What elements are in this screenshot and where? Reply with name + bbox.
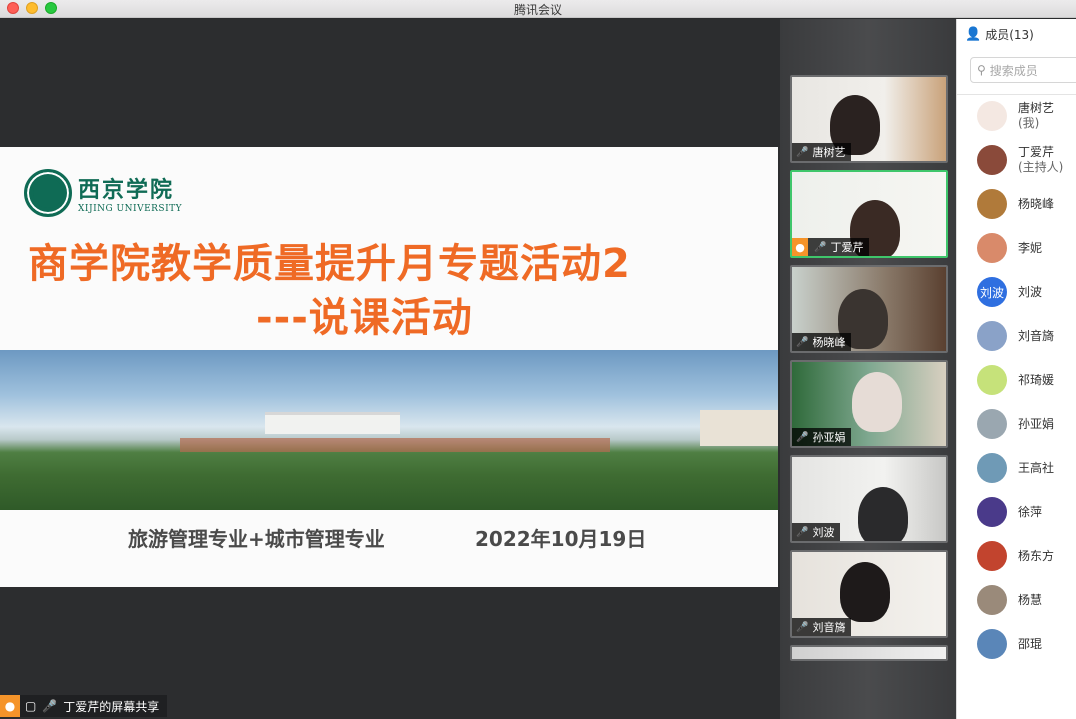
microphone-icon: 🎤: [814, 241, 827, 253]
video-tile[interactable]: 🎤 刘波: [790, 455, 948, 543]
search-placeholder: 搜索成员: [989, 63, 1038, 78]
screen-share-indicator[interactable]: ● ▢ 🎤 丁爱芹的屏幕共享: [0, 695, 168, 717]
member-list-item[interactable]: 徐萍: [977, 497, 1042, 527]
microphone-muted-icon: 🎤: [796, 621, 809, 633]
slide-title-line2: ---说课活动: [256, 295, 473, 341]
microphone-icon: 🎤: [796, 336, 809, 348]
participant-name: 刘音旖: [812, 621, 846, 634]
microphone-muted-icon: 🎤: [796, 431, 809, 443]
member-name: 杨东方: [1018, 548, 1055, 563]
member-list-item[interactable]: 王高社: [977, 453, 1054, 483]
video-tile[interactable]: 🎤 杨晓峰: [790, 265, 948, 353]
member-role: (我): [1018, 116, 1040, 130]
video-tile[interactable]: 🎤 孙亚娟: [790, 360, 948, 448]
divider: [957, 94, 1076, 95]
avatar: [977, 101, 1007, 131]
member-search-input[interactable]: ⚲ 搜索成员: [970, 57, 1076, 83]
member-list-item[interactable]: 杨晓峰: [977, 189, 1054, 219]
video-tile-partial[interactable]: [790, 645, 948, 661]
sharer-label: 丁爱芹的屏幕共享: [63, 699, 160, 714]
search-icon: ⚲: [977, 63, 986, 77]
member-list-item[interactable]: 唐树艺 (我): [977, 101, 1054, 131]
slide-title-line1: 商学院教学质量提升月专题活动2: [28, 241, 631, 287]
avatar: [977, 409, 1007, 439]
meeting-window: 腾讯会议 西京学院 XIJING UNIVERSITY 商学院教学质量提升月专题…: [0, 0, 1076, 719]
avatar: [977, 453, 1007, 483]
member-name: 刘音旖: [1018, 328, 1055, 343]
participant-name: 丁爱芹: [830, 241, 864, 254]
university-seal-icon: [24, 169, 72, 217]
member-list-item[interactable]: 刘波 刘波: [977, 277, 1042, 307]
logo-chinese: 西京学院: [78, 177, 175, 203]
member-role: (主持人): [1018, 160, 1064, 174]
members-panel: 👤 成员(13) ⚲ 搜索成员 唐树艺 (我) 丁爱芹 (主持人) 杨晓峰 李妮 刘波 刘波刘…: [956, 19, 1076, 719]
avatar: [977, 585, 1007, 615]
video-tile[interactable]: 🎤 刘音旖: [790, 550, 948, 638]
member-list-item[interactable]: 杨东方: [977, 541, 1054, 571]
video-label: 🎤 孙亚娟: [792, 428, 852, 446]
host-icon: ●: [0, 695, 20, 717]
member-name: 徐萍: [1018, 504, 1043, 519]
avatar: 刘波: [977, 277, 1007, 307]
campus-building: [265, 412, 400, 434]
video-label: ● 🎤 丁爱芹: [792, 238, 870, 256]
member-list-item[interactable]: 祁琦媛: [977, 365, 1054, 395]
video-label: 🎤 杨晓峰: [792, 333, 852, 351]
member-name: 祁琦媛: [1018, 372, 1055, 387]
campus-building: [700, 410, 778, 446]
sports-field: [180, 438, 610, 452]
avatar: [977, 497, 1007, 527]
member-name: 杨慧: [1018, 592, 1043, 607]
participant-name: 刘波: [812, 526, 835, 539]
member-list-item[interactable]: 孙亚娟: [977, 409, 1054, 439]
avatar: [977, 233, 1007, 263]
avatar: [977, 541, 1007, 571]
avatar: [977, 321, 1007, 351]
microphone-muted-icon: 🎤: [796, 526, 809, 538]
member-name: 李妮: [1018, 240, 1043, 255]
screen-share-icon: ▢: [25, 699, 37, 713]
window-title: 腾讯会议: [513, 3, 562, 17]
screen-share-area: 西京学院 XIJING UNIVERSITY 商学院教学质量提升月专题活动2 -…: [0, 19, 780, 719]
title-bar: 腾讯会议: [0, 0, 1076, 18]
video-label: 🎤 刘波: [792, 523, 841, 541]
member-list-item[interactable]: 邵琨: [977, 629, 1042, 659]
participant-name: 杨晓峰: [812, 336, 846, 349]
microphone-icon: 🎤: [796, 146, 809, 158]
member-name: 刘波: [1018, 284, 1043, 299]
avatar: [977, 365, 1007, 395]
member-name: 杨晓峰: [1018, 196, 1055, 211]
members-count: 成员(13): [985, 28, 1034, 42]
video-label: 🎤 刘音旖: [792, 618, 852, 636]
participant-name: 唐树艺: [812, 146, 846, 159]
member-name: 王高社: [1018, 460, 1055, 475]
video-strip[interactable]: 🎤 唐树艺 ● 🎤 丁爱芹 🎤 杨晓峰 🎤 孙亚娟 🎤 刘波 🎤 刘音旖: [780, 19, 956, 719]
avatar: [977, 189, 1007, 219]
logo-english: XIJING UNIVERSITY: [78, 204, 183, 214]
host-icon: ●: [792, 238, 808, 256]
members-header: 👤 成员(13): [965, 26, 1034, 43]
microphone-icon: 🎤: [42, 699, 58, 713]
campus-banner-image: [0, 350, 778, 510]
video-label: 🎤 唐树艺: [792, 143, 852, 161]
person-icon: 👤: [965, 27, 982, 42]
member-name: 孙亚娟: [1018, 416, 1055, 431]
member-name: 丁爱芹: [1018, 145, 1055, 159]
video-tile[interactable]: 🎤 唐树艺: [790, 75, 948, 163]
shared-slide: 西京学院 XIJING UNIVERSITY 商学院教学质量提升月专题活动2 -…: [0, 147, 778, 587]
university-logo: 西京学院 XIJING UNIVERSITY: [24, 169, 182, 217]
avatar: [977, 145, 1007, 175]
member-name: 邵琨: [1018, 636, 1043, 651]
member-list-item[interactable]: 丁爱芹 (主持人): [977, 145, 1063, 175]
slide-date: 2022年10月19日: [475, 527, 647, 551]
slide-subtitle: 旅游管理专业+城市管理专业: [128, 527, 385, 551]
member-list-item[interactable]: 杨慧: [977, 585, 1042, 615]
member-list-item[interactable]: 李妮: [977, 233, 1042, 263]
video-tile-active-speaker[interactable]: ● 🎤 丁爱芹: [790, 170, 948, 258]
member-list-item[interactable]: 刘音旖: [977, 321, 1054, 351]
participant-name: 孙亚娟: [812, 431, 846, 444]
member-name: 唐树艺: [1018, 101, 1055, 115]
avatar: [977, 629, 1007, 659]
